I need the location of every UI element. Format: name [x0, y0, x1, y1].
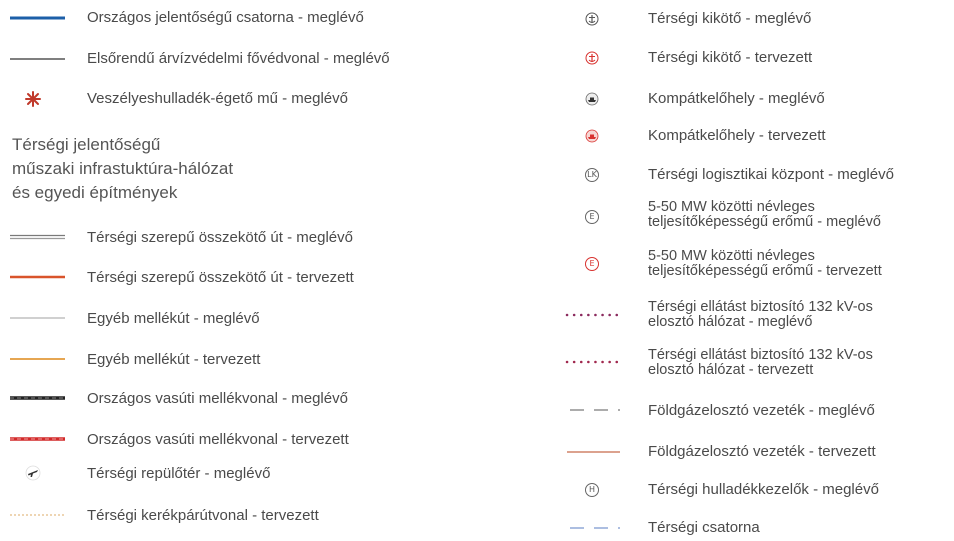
power-line-existing-symbol: [565, 308, 620, 322]
power-line-planned-symbol: [565, 355, 620, 369]
legend-label: Földgázelosztó vezeték - tervezett: [648, 443, 876, 460]
airplane-icon: [24, 464, 42, 482]
legend-label: Országos vasúti mellékvonal - meglévő: [87, 390, 348, 407]
minor-road-planned-symbol: [10, 352, 65, 366]
legend-label: Veszélyeshulladék-égető mű - meglévő: [87, 90, 348, 107]
gas-line-planned-symbol: [565, 445, 620, 459]
legend-label: Térségi kikötő - meglévő: [648, 10, 812, 27]
legend-label: Egyéb mellékút - tervezett: [87, 351, 261, 368]
ferry-existing-icon: [582, 90, 602, 108]
regional-road-existing-symbol: [10, 230, 65, 244]
power-plant-existing-icon: E: [582, 208, 602, 226]
legend-label: Egyéb mellékút - meglévő: [87, 310, 260, 327]
port-planned-anchor-icon: [582, 49, 602, 67]
minor-road-existing-symbol: [10, 311, 65, 325]
legend-label: 5-50 MW közötti névleges teljesítőképess…: [648, 248, 882, 279]
legend-label: Földgázelosztó vezeték - meglévő: [648, 402, 875, 419]
port-existing-anchor-icon: [582, 10, 602, 28]
legend-label: Térségi logisztikai központ - meglévő: [648, 166, 894, 183]
legend-label: Térségi csatorna: [648, 519, 760, 536]
legend-label: Térségi ellátást biztosító 132 kV-os elo…: [648, 299, 873, 330]
ferry-planned-icon: [582, 127, 602, 145]
legend-label: 5-50 MW közötti névleges teljesítőképess…: [648, 199, 881, 230]
legend-label: Kompátkelőhely - tervezett: [648, 127, 826, 144]
map-legend: Országos jelentőségű csatorna - meglévő …: [0, 0, 954, 541]
legend-label: Térségi ellátást biztosító 132 kV-os elo…: [648, 347, 873, 378]
waste-management-icon: H: [582, 481, 602, 499]
regional-road-planned-symbol: [10, 270, 65, 284]
railway-planned-symbol: [10, 432, 65, 446]
legend-label: Térségi szerepű összekötő út - tervezett: [87, 269, 354, 286]
legend-label: Térségi szerepű összekötő út - meglévő: [87, 229, 353, 246]
logistics-center-icon: LK: [582, 166, 602, 184]
legend-label: Térségi hulladékkezelők - meglévő: [648, 481, 879, 498]
legend-label: Térségi kerékpárútvonal - tervezett: [87, 507, 319, 524]
legend-label: Térségi kikötő - tervezett: [648, 49, 813, 66]
gas-line-existing-symbol: [565, 403, 620, 417]
legend-label: Országos jelentőségű csatorna - meglévő: [87, 9, 364, 26]
legend-label: Országos vasúti mellékvonal - tervezett: [87, 431, 349, 448]
regional-canal-symbol: [565, 521, 620, 535]
flood-levee-line-symbol: [10, 51, 65, 67]
canal-line-symbol: [10, 10, 65, 26]
bike-route-planned-symbol: [10, 508, 65, 522]
section-heading: Térségi jelentőségű műszaki infrastuktúr…: [12, 135, 234, 202]
legend-label: Térségi repülőtér - meglévő: [87, 465, 271, 482]
power-plant-planned-icon: E: [582, 255, 602, 273]
railway-existing-symbol: [10, 391, 65, 405]
legend-label: Elsőrendű árvízvédelmi fővédvonal - megl…: [87, 50, 390, 67]
hazardous-waste-star-icon: [22, 90, 44, 108]
legend-label: Kompátkelőhely - meglévő: [648, 90, 825, 107]
